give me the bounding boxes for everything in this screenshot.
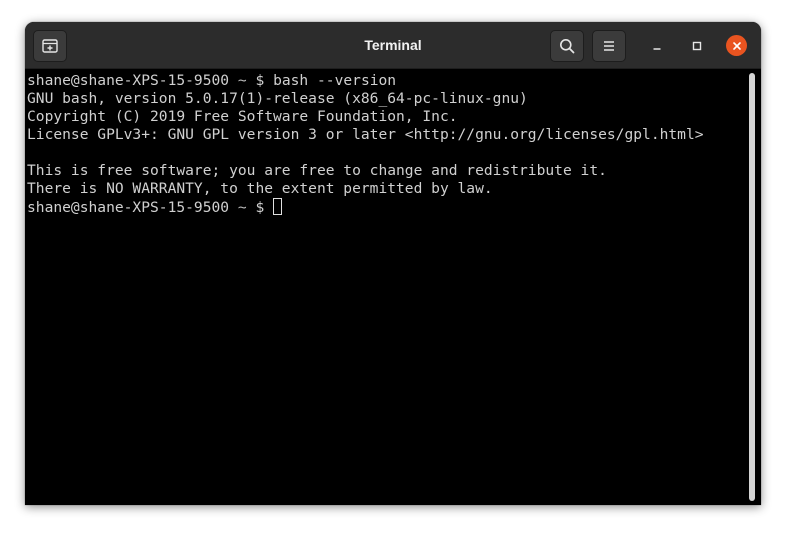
maximize-button[interactable] [686,35,708,57]
maximize-icon [692,41,702,51]
output-line: GNU bash, version 5.0.17(1)-release (x86… [27,90,528,107]
minimize-button[interactable] [646,35,668,57]
terminal-output[interactable]: shane@shane-XPS-15-9500 ~ $ bash --versi… [27,72,704,216]
close-button[interactable] [726,35,747,56]
prompt-symbol: $ [255,72,265,89]
new-tab-icon [42,39,58,53]
hamburger-menu-icon [604,41,614,51]
terminal-content[interactable]: shane@shane-XPS-15-9500 ~ $ bash --versi… [25,69,761,505]
output-line: Copyright (C) 2019 Free Software Foundat… [27,108,458,125]
menu-button[interactable] [592,30,626,62]
output-line: This is free software; you are free to c… [27,162,607,179]
command-text: bash --version [273,72,397,89]
terminal-window: Terminal shane@shane-XPS-15-9500 ~ $ bas… [25,22,761,505]
search-icon [560,39,575,54]
prompt-dir: ~ [237,72,247,89]
prompt-line-command: shane@shane-XPS-15-9500 ~ $ bash --versi… [27,72,704,90]
text-cursor[interactable] [273,198,283,215]
search-button[interactable] [550,30,584,62]
prompt-symbol: $ [255,199,265,216]
close-icon [732,41,741,50]
prompt-dir: ~ [237,199,247,216]
vertical-scrollbar[interactable] [749,73,755,501]
prompt-line-current: shane@shane-XPS-15-9500 ~ $ [27,198,704,216]
minimize-icon [653,48,661,50]
new-tab-button[interactable] [33,30,67,62]
prompt-user-host: shane@shane-XPS-15-9500 [27,72,230,89]
prompt-user-host: shane@shane-XPS-15-9500 [27,199,230,216]
output-line: There is NO WARRANTY, to the extent perm… [27,180,493,197]
output-line: License GPLv3+: GNU GPL version 3 or lat… [27,126,704,143]
title-bar[interactable]: Terminal [25,22,761,69]
